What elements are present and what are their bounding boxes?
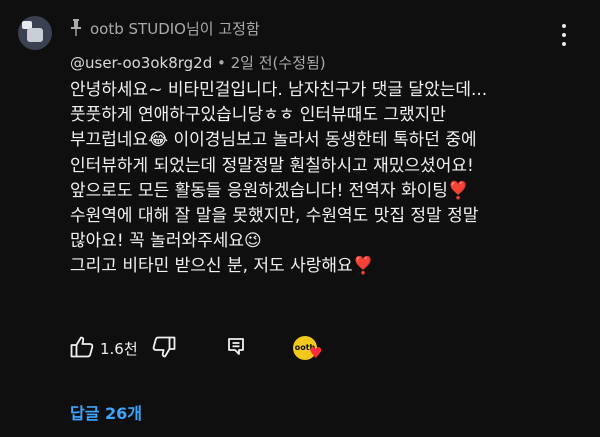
- comment-line: 앞으로도 모든 활동들 응원하겠습니다! 전역자 화이팅❣️: [70, 180, 470, 201]
- comment-line: 인터뷰하게 되었는데 정말정말 훤칠하시고 재밌으셨어요!: [70, 155, 474, 176]
- comment-line: 부끄럽네요😂 이이경님보고 놀라서 동생한테 톡하던 중에: [70, 130, 477, 151]
- comment-meta: @user-oo3ok8rg2d • 2일 전(수정됨): [70, 52, 326, 73]
- reply-icon[interactable]: [226, 337, 248, 357]
- pin-icon: [71, 19, 81, 36]
- replies-button[interactable]: 답글 26개: [70, 400, 142, 424]
- comment-body: 안녕하세요~ 비타민걸입니다. 남자친구가 댓글 달았는데... 풋풋하게 연애…: [70, 78, 590, 280]
- comment-time[interactable]: 2일 전(수정됨): [231, 54, 326, 72]
- comment-line: 수원역에 대해 잘 말을 못했지만, 수원역도 맛집 정말 정말: [70, 206, 479, 227]
- thumb-up-icon[interactable]: [70, 336, 94, 358]
- comment-line: 안녕하세요~ 비타민걸입니다. 남자친구가 댓글 달았는데...: [70, 80, 488, 100]
- comment-line: 풋풋하게 연애하구있습니당ㅎㅎ 인터뷰때도 그랬지만: [70, 105, 446, 126]
- thumb-down-icon[interactable]: [152, 336, 176, 358]
- creator-heart[interactable]: ootb ♥: [293, 334, 329, 364]
- meta-separator: •: [212, 54, 231, 72]
- comment-author[interactable]: @user-oo3ok8rg2d: [70, 54, 212, 72]
- heart-icon: ♥: [309, 344, 323, 362]
- comment-actions: 1.6천 ootb ♥: [70, 334, 390, 362]
- commenter-avatar[interactable]: [18, 16, 52, 50]
- more-vert-icon[interactable]: [558, 24, 570, 46]
- like-count: 1.6천: [100, 340, 138, 358]
- pinned-indicator: ootb STUDIO님이 고정함: [70, 18, 260, 38]
- pinned-label: ootb STUDIO님이 고정함: [90, 19, 260, 38]
- comment-line: 그리고 비타민 받으신 분, 저도 사랑해요❣️: [70, 256, 374, 277]
- comment-line: 많아요! 꼭 놀러와주세요😉: [70, 231, 262, 252]
